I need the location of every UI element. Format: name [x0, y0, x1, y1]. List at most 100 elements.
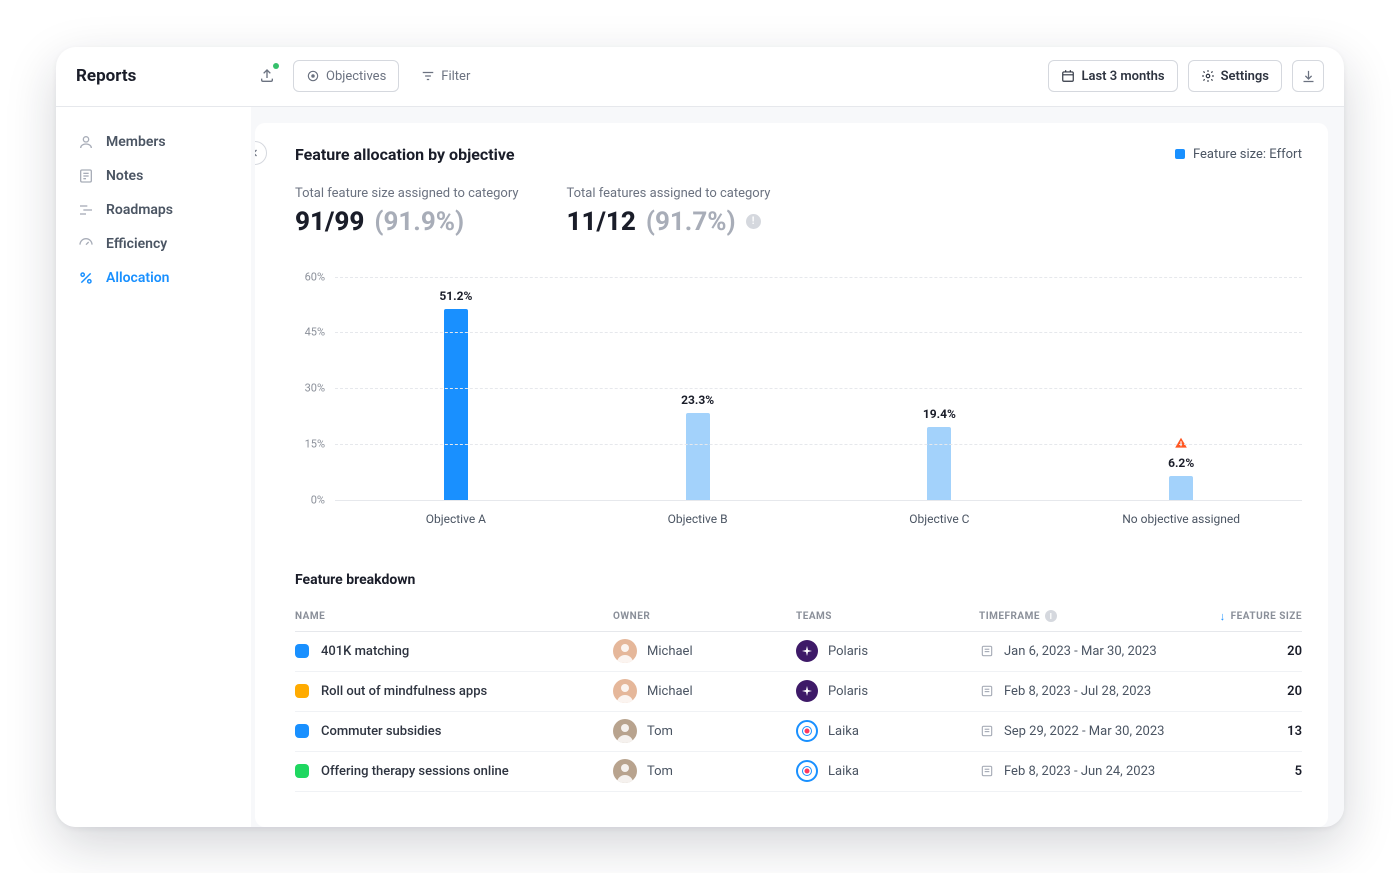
sidebar: Members Notes Roadmaps Efficiency Alloca…: [56, 107, 251, 827]
team-cell: Polaris: [796, 640, 971, 662]
calendar-icon: [1061, 69, 1075, 83]
owner-cell: Michael: [613, 679, 788, 703]
owner-name: Tom: [647, 724, 673, 739]
stat-pct: (91.9%): [374, 207, 464, 237]
sidebar-item-label: Roadmaps: [106, 202, 173, 218]
daterange-button[interactable]: Last 3 months: [1048, 60, 1177, 92]
sidebar-item-notes[interactable]: Notes: [76, 159, 241, 193]
daterange-label: Last 3 months: [1081, 69, 1164, 84]
feature-size: 5: [1192, 764, 1302, 779]
bar: [927, 427, 951, 499]
feature-color-swatch: [295, 644, 309, 658]
team-name: Polaris: [828, 684, 868, 699]
team-cell: Laika: [796, 720, 971, 742]
download-button[interactable]: [1292, 60, 1324, 92]
gear-icon: [1201, 69, 1215, 83]
team-badge-icon: [796, 640, 818, 662]
sidebar-item-label: Members: [106, 134, 166, 150]
percent-icon: [78, 270, 94, 286]
panel-title: Feature allocation by objective: [295, 145, 515, 164]
objectives-button[interactable]: Objectives: [293, 60, 399, 92]
page-title: Reports: [76, 66, 251, 86]
y-axis: 60%45%30%15%0%: [295, 277, 335, 532]
info-icon[interactable]: !: [746, 214, 761, 229]
owner-cell: Tom: [613, 759, 788, 783]
feature-name: Commuter subsidies: [321, 724, 441, 739]
stat-feature-size: Total feature size assigned to category …: [295, 186, 519, 237]
stat-pct: (91.7%): [646, 207, 736, 237]
x-label: No objective assigned: [1060, 512, 1302, 526]
timeframe-cell: Feb 8, 2023 - Jul 28, 2023: [979, 684, 1184, 699]
sidebar-item-allocation[interactable]: Allocation: [76, 261, 241, 295]
th-feature-size[interactable]: ↓ FEATURE SIZE: [1192, 610, 1302, 623]
avatar: [613, 679, 637, 703]
filter-button[interactable]: Filter: [409, 60, 482, 92]
y-tick: 45%: [305, 326, 325, 339]
chart-legend: Feature size: Effort: [1175, 147, 1302, 162]
timeframe-text: Sep 29, 2022 - Mar 30, 2023: [1004, 724, 1164, 739]
download-icon: [1301, 69, 1316, 84]
body: Members Notes Roadmaps Efficiency Alloca…: [56, 107, 1344, 827]
owner-name: Michael: [647, 684, 693, 699]
avatar: [613, 719, 637, 743]
sidebar-item-members[interactable]: Members: [76, 125, 241, 159]
name-cell: Offering therapy sessions online: [295, 764, 605, 779]
th-owner[interactable]: OWNER: [613, 611, 788, 622]
table-row[interactable]: Commuter subsidies Tom Laika Sep 29, 2022 -…: [295, 712, 1302, 752]
avatar: [613, 759, 637, 783]
legend-swatch-icon: [1175, 149, 1185, 159]
main: Feature allocation by objective Feature …: [251, 107, 1344, 827]
stat-feature-count: Total features assigned to category 11/1…: [567, 186, 777, 237]
share-icon-button[interactable]: [251, 60, 283, 92]
bar: [686, 413, 710, 500]
stat-label: Total feature size assigned to category: [295, 186, 519, 201]
y-tick: 15%: [305, 437, 325, 450]
bar: [1169, 476, 1193, 499]
table-row[interactable]: Offering therapy sessions online Tom Laika…: [295, 752, 1302, 792]
timeframe-text: Feb 8, 2023 - Jul 28, 2023: [1004, 684, 1151, 699]
th-name[interactable]: NAME: [295, 611, 605, 622]
panel-header: Feature allocation by objective Feature …: [295, 145, 1302, 164]
team-cell: Laika: [796, 760, 971, 782]
settings-label: Settings: [1221, 69, 1269, 84]
th-timeframe[interactable]: TIMEFRAME i: [979, 610, 1184, 622]
th-teams[interactable]: TEAMS: [796, 611, 971, 622]
panel: Feature allocation by objective Feature …: [255, 123, 1328, 827]
feature-size: 20: [1192, 684, 1302, 699]
note-icon: [78, 168, 94, 184]
name-cell: Roll out of mindfulness apps: [295, 684, 605, 699]
settings-button[interactable]: Settings: [1188, 60, 1282, 92]
share-icon: [259, 68, 275, 84]
feature-color-swatch: [295, 724, 309, 738]
warning-icon: [1174, 436, 1188, 453]
breakdown-title: Feature breakdown: [295, 572, 1302, 588]
team-badge-icon: [796, 680, 818, 702]
topbar-left-tools: Objectives Filter: [251, 60, 482, 92]
sidebar-item-label: Notes: [106, 168, 143, 184]
allocation-chart: 60%45%30%15%0% 51.2%23.3%19.4%6.2% Objec…: [295, 277, 1302, 532]
bar: [444, 309, 468, 499]
timeframe-text: Feb 8, 2023 - Jun 24, 2023: [1004, 764, 1155, 779]
stats-row: Total feature size assigned to category …: [295, 186, 1302, 237]
stat-value: 11/12: [567, 207, 636, 237]
name-cell: Commuter subsidies: [295, 724, 605, 739]
owner-cell: Tom: [613, 719, 788, 743]
timeframe-cell: Feb 8, 2023 - Jun 24, 2023: [979, 764, 1184, 779]
gridline: [335, 444, 1302, 445]
avatar: [613, 639, 637, 663]
table-row[interactable]: 401K matchingMichaelPolarisJan 6, 2023 -…: [295, 632, 1302, 672]
table-row[interactable]: Roll out of mindfulness apps Michael Polar…: [295, 672, 1302, 712]
feature-name: Offering therapy sessions online: [321, 764, 509, 779]
gridline: [335, 500, 1302, 501]
sidebar-item-roadmaps[interactable]: Roadmaps: [76, 193, 241, 227]
x-label: Objective C: [819, 512, 1061, 526]
bar-value-label: 19.4%: [923, 407, 956, 421]
speed-icon: [78, 236, 94, 252]
collapse-sidebar-button[interactable]: [255, 141, 267, 165]
target-icon: [306, 69, 320, 83]
topbar: Reports Objectives Filter Last 3 months: [56, 47, 1344, 107]
notification-dot: [273, 63, 279, 69]
sidebar-item-efficiency[interactable]: Efficiency: [76, 227, 241, 261]
gridline: [335, 388, 1302, 389]
timeframe-text: Jan 6, 2023 - Mar 30, 2023: [1004, 644, 1157, 659]
